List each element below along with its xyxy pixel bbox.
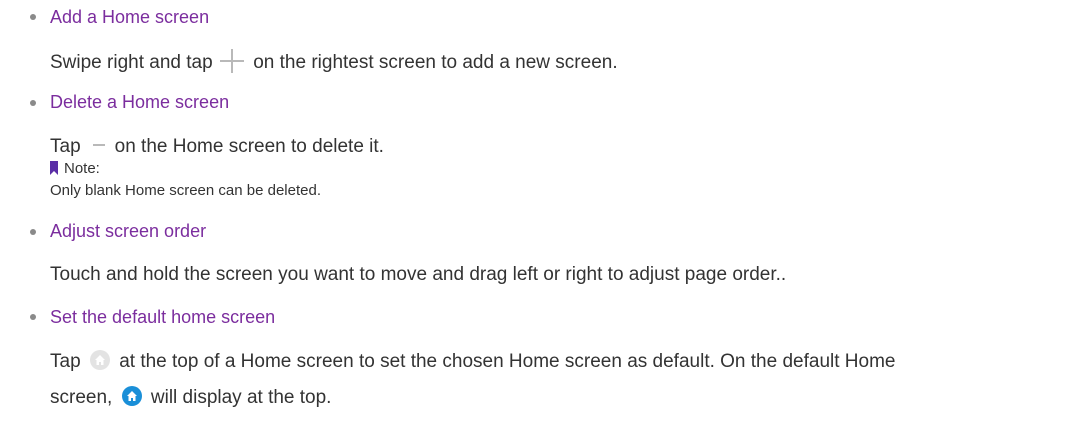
bookmark-icon <box>50 161 58 176</box>
delete-home-text-after: on the Home screen to delete it. <box>114 136 384 157</box>
set-default-text-line-2: screen, will display at the top. <box>50 385 332 410</box>
note-label-text: Note: <box>64 160 100 177</box>
add-home-screen-text: Swipe right and tap on the rightest scre… <box>50 49 618 75</box>
set-default-line2-before: screen, <box>50 387 118 408</box>
bullet <box>30 100 36 106</box>
note-text: Only blank Home screen can be deleted. <box>50 182 321 199</box>
set-default-line1-after: at the top of a Home screen to set the c… <box>113 351 896 372</box>
heading-set-default-home-screen: Set the default home screen <box>50 307 276 327</box>
set-default-line1-before: Tap <box>50 351 86 372</box>
bullet <box>30 314 36 320</box>
heading-adjust-screen-order: Adjust screen order <box>50 221 207 241</box>
delete-home-screen-text: Tap on the Home screen to delete it. <box>50 135 384 159</box>
heading-delete-home-screen: Delete a Home screen <box>50 92 230 112</box>
delete-home-text-before: Tap <box>50 136 81 157</box>
set-default-line2-after: will display at the top. <box>145 387 332 408</box>
add-home-text-after: on the rightest screen to add a new scre… <box>247 52 618 74</box>
adjust-screen-order-text: Touch and hold the screen you want to mo… <box>50 264 787 285</box>
plus-icon <box>219 49 244 73</box>
add-home-text-before: Swipe right and tap <box>50 52 218 74</box>
note-label: Note: <box>50 160 100 178</box>
home-blue-icon <box>121 385 142 406</box>
bullet <box>30 14 36 20</box>
home-grey-icon <box>89 349 110 370</box>
bullet <box>30 229 36 235</box>
set-default-text-line-1: Tap at the top of a Home screen to set t… <box>50 349 896 374</box>
minus-icon <box>92 143 105 146</box>
heading-add-home-screen: Add a Home screen <box>50 7 210 27</box>
